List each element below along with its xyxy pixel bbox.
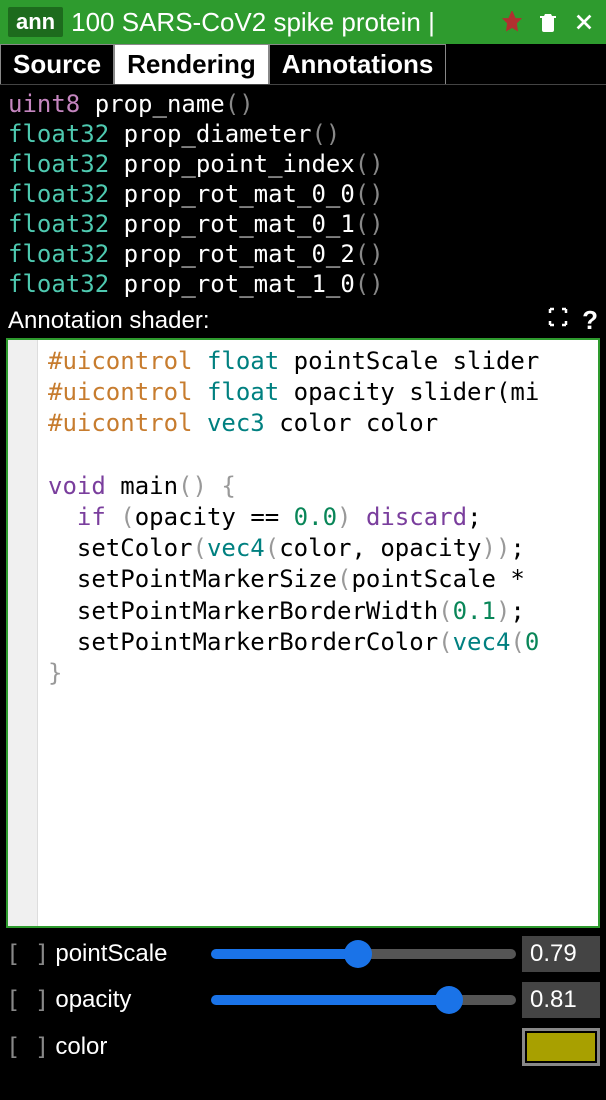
pointScale-slider[interactable] [211, 949, 516, 959]
prop-name: prop_name [80, 90, 225, 118]
control-label: pointScale [55, 940, 205, 968]
editor-line: if (opacity == 0.0) discard; [48, 502, 588, 533]
prop-type: float32 [8, 210, 109, 238]
tab-bar: SourceRenderingAnnotations [0, 44, 606, 85]
prop-type: uint8 [8, 90, 80, 118]
layer-type-badge: ann [8, 7, 63, 37]
ui-controls: [ ]pointScale0.79[ ]opacity0.81[ ]color [0, 928, 606, 1084]
prop-name: prop_rot_mat_1_0 [109, 270, 355, 298]
prop-parens: () [355, 150, 384, 178]
reset-button[interactable]: [ ] [6, 1033, 49, 1061]
control-opacity: [ ]opacity 0.81 [6, 982, 600, 1018]
prop-name: prop_rot_mat_0_2 [109, 240, 355, 268]
editor-line: setPointMarkerSize(pointScale * [48, 564, 588, 595]
control-pointScale: [ ]pointScale 0.79 [6, 936, 600, 972]
property-row: float32 prop_rot_mat_0_1() [8, 209, 598, 239]
prop-type: float32 [8, 120, 109, 148]
control-label: opacity [55, 986, 205, 1014]
editor-line: setPointMarkerBorderColor(vec4(0 [48, 627, 588, 658]
reset-button[interactable]: [ ] [6, 940, 49, 968]
property-row: uint8 prop_name() [8, 89, 598, 119]
delete-icon[interactable] [534, 8, 562, 36]
editor-line: #uicontrol vec3 color color [48, 408, 588, 439]
editor-line: #uicontrol float pointScale slider [48, 346, 588, 377]
prop-type: float32 [8, 150, 109, 178]
prop-type: float32 [8, 240, 109, 268]
property-row: float32 prop_diameter() [8, 119, 598, 149]
opacity-slider[interactable] [211, 995, 516, 1005]
prop-parens: () [355, 240, 384, 268]
close-icon[interactable] [570, 8, 598, 36]
property-row: float32 prop_rot_mat_0_0() [8, 179, 598, 209]
pointScale-value[interactable]: 0.79 [522, 936, 600, 972]
prop-parens: () [355, 210, 384, 238]
prop-name: prop_point_index [109, 150, 355, 178]
prop-type: float32 [8, 180, 109, 208]
control-label: color [55, 1033, 205, 1061]
color-picker[interactable] [522, 1028, 600, 1066]
prop-name: prop_diameter [109, 120, 311, 148]
prop-parens: () [225, 90, 254, 118]
editor-line: setPointMarkerBorderWidth(0.1); [48, 596, 588, 627]
layer-title[interactable]: 100 SARS-CoV2 spike protein | [71, 7, 490, 38]
control-color: [ ]color [6, 1028, 600, 1066]
shader-label-row: Annotation shader: ? [0, 303, 606, 338]
editor-line: #uicontrol float opacity slider(mi [48, 377, 588, 408]
prop-parens: () [355, 270, 384, 298]
tab-annotations[interactable]: Annotations [269, 44, 447, 84]
property-list: uint8 prop_name()float32 prop_diameter()… [0, 85, 606, 303]
editor-content[interactable]: #uicontrol float pointScale slider#uicon… [38, 340, 598, 926]
shader-editor[interactable]: #uicontrol float pointScale slider#uicon… [6, 338, 600, 928]
reset-button[interactable]: [ ] [6, 986, 49, 1014]
property-row: float32 prop_rot_mat_1_0() [8, 269, 598, 299]
prop-parens: () [311, 120, 340, 148]
property-row: float32 prop_rot_mat_0_2() [8, 239, 598, 269]
layer-header: ann 100 SARS-CoV2 spike protein | [0, 0, 606, 44]
property-row: float32 prop_point_index() [8, 149, 598, 179]
editor-gutter [8, 340, 38, 926]
help-icon[interactable]: ? [582, 305, 598, 336]
editor-line [48, 440, 588, 471]
editor-line: void main() { [48, 471, 588, 502]
editor-line: } [48, 658, 588, 689]
prop-name: prop_rot_mat_0_0 [109, 180, 355, 208]
editor-line: setColor(vec4(color, opacity)); [48, 533, 588, 564]
prop-name: prop_rot_mat_0_1 [109, 210, 355, 238]
tab-rendering[interactable]: Rendering [114, 44, 269, 84]
pin-icon[interactable] [498, 8, 526, 36]
tab-source[interactable]: Source [0, 44, 114, 84]
prop-type: float32 [8, 270, 109, 298]
prop-parens: () [355, 180, 384, 208]
opacity-value[interactable]: 0.81 [522, 982, 600, 1018]
maximize-icon[interactable] [546, 305, 570, 336]
shader-label: Annotation shader: [8, 307, 534, 335]
